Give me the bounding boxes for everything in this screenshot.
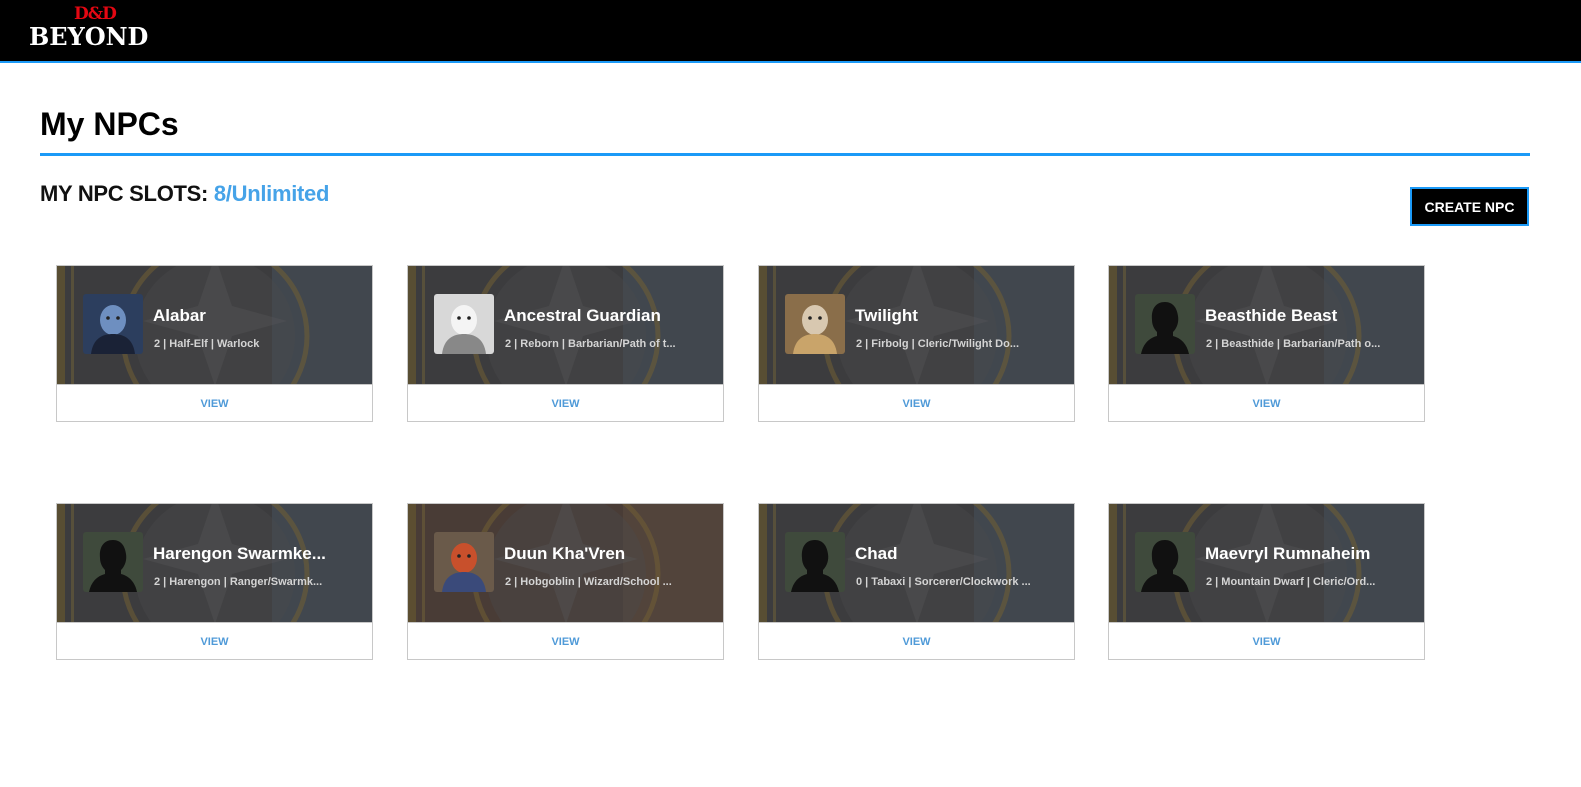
silhouette-icon (785, 532, 845, 592)
npc-summary: 2 | Firbolg | Cleric/Twilight Do... (856, 338, 1020, 350)
dndbeyond-logo[interactable]: D&D BEYOND (29, 4, 159, 54)
silhouette-icon (83, 532, 143, 592)
npc-view-button[interactable]: VIEW (57, 384, 372, 422)
npc-avatar (83, 532, 143, 592)
npc-summary: 0 | Tabaxi | Sorcerer/Clockwork ... (856, 576, 1031, 588)
portrait-icon (785, 294, 845, 354)
logo-dnd-mark: D&D (74, 4, 117, 24)
npc-name[interactable]: Duun Kha'Vren (504, 544, 714, 564)
logo-beyond-text: BEYOND (29, 22, 149, 51)
npc-summary: 2 | Reborn | Barbarian/Path of t... (505, 338, 676, 350)
npc-summary: 2 | Harengon | Ranger/Swarmk... (154, 576, 323, 588)
silhouette-icon (1135, 532, 1195, 592)
npc-avatar (434, 532, 494, 592)
npc-card: Ancestral Guardian 2 | Reborn | Barbaria… (407, 265, 724, 422)
npc-card: Beasthide Beast 2 | Beasthide | Barbaria… (1108, 265, 1425, 422)
npc-avatar (434, 294, 494, 354)
portrait-icon (434, 532, 494, 592)
top-navigation-bar: D&D BEYOND (0, 0, 1581, 63)
silhouette-icon (1135, 294, 1195, 354)
npc-summary: 2 | Mountain Dwarf | Cleric/Ord... (1206, 576, 1376, 588)
npc-summary: 2 | Half-Elf | Warlock (154, 338, 260, 350)
npc-slots-value: 8/Unlimited (213, 181, 330, 206)
npc-name[interactable]: Beasthide Beast (1205, 306, 1415, 326)
npc-view-button[interactable]: VIEW (408, 622, 723, 660)
npc-name[interactable]: Alabar (153, 306, 363, 326)
npc-card: Alabar 2 | Half-Elf | Warlock VIEW (56, 265, 373, 422)
npc-view-button[interactable]: VIEW (57, 622, 372, 660)
create-npc-button[interactable]: CREATE NPC (1410, 187, 1529, 226)
npc-card: Duun Kha'Vren 2 | Hobgoblin | Wizard/Sch… (407, 503, 724, 660)
npc-avatar (1135, 294, 1195, 354)
npc-view-button[interactable]: VIEW (759, 384, 1074, 422)
portrait-icon (434, 294, 494, 354)
title-divider (40, 153, 1530, 156)
npc-summary: 2 | Beasthide | Barbarian/Path o... (1206, 338, 1381, 350)
npc-card: Harengon Swarmke... 2 | Harengon | Range… (56, 503, 373, 660)
npc-view-button[interactable]: VIEW (1109, 622, 1424, 660)
npc-name[interactable]: Chad (855, 544, 1065, 564)
npc-view-button[interactable]: VIEW (1109, 384, 1424, 422)
npc-name[interactable]: Harengon Swarmke... (153, 544, 363, 564)
npc-name[interactable]: Maevryl Rumnaheim (1205, 544, 1415, 564)
npc-name[interactable]: Ancestral Guardian (504, 306, 714, 326)
npc-slots-counter: MY NPC SLOTS: 8/Unlimited (40, 181, 329, 207)
npc-card: Chad 0 | Tabaxi | Sorcerer/Clockwork ...… (758, 503, 1075, 660)
npc-name[interactable]: Twilight (855, 306, 1065, 326)
npc-avatar (83, 294, 143, 354)
npc-avatar (785, 294, 845, 354)
portrait-icon (83, 294, 143, 354)
npc-slots-label: MY NPC SLOTS: (40, 181, 209, 206)
npc-avatar (1135, 532, 1195, 592)
npc-view-button[interactable]: VIEW (759, 622, 1074, 660)
npc-card: Maevryl Rumnaheim 2 | Mountain Dwarf | C… (1108, 503, 1425, 660)
npc-avatar (785, 532, 845, 592)
page-title: My NPCs (40, 106, 179, 142)
npc-summary: 2 | Hobgoblin | Wizard/School ... (505, 576, 672, 588)
npc-view-button[interactable]: VIEW (408, 384, 723, 422)
npc-card: Twilight 2 | Firbolg | Cleric/Twilight D… (758, 265, 1075, 422)
